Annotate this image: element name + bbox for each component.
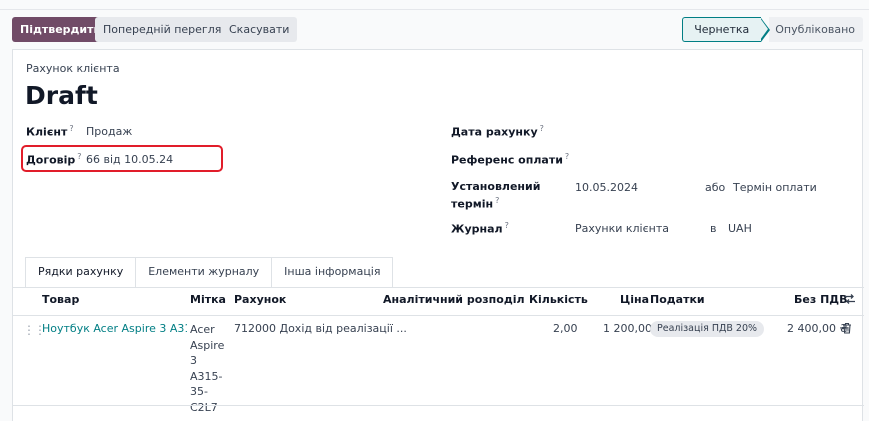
preview-button[interactable]: Попередній перегляд	[95, 17, 237, 42]
notebook-tabs: Рядки рахунку Елементи журналу Інша інфо…	[25, 257, 394, 287]
help-icon[interactable]: ?	[540, 124, 544, 133]
currency-field[interactable]: UAH	[728, 222, 752, 235]
payment-reference-label: Референс оплати?	[451, 152, 570, 167]
line-quantity[interactable]: 2,00	[553, 322, 578, 335]
due-date-label-line1: Установлений	[451, 180, 541, 193]
line-label[interactable]: Acer Aspire 3 A315- 35- C2L7	[190, 322, 224, 415]
payment-terms-field[interactable]: Термін оплати	[733, 181, 817, 194]
help-icon[interactable]: ?	[495, 196, 499, 205]
client-label: Клієнт?	[26, 124, 74, 139]
due-date-field[interactable]: 10.05.2024	[575, 181, 638, 194]
tax-badge[interactable]: Реалізація ПДВ 20%	[650, 321, 765, 337]
col-account[interactable]: Рахунок	[234, 293, 286, 306]
col-analytic[interactable]: Аналітичний розподіл	[383, 293, 525, 306]
line-subtotal: 2 400,00 ₴	[787, 322, 848, 335]
header-divider	[13, 315, 864, 316]
col-product[interactable]: Товар	[42, 293, 79, 306]
help-icon[interactable]: ?	[69, 124, 73, 133]
help-icon[interactable]: ?	[565, 152, 569, 161]
tab-journal-items[interactable]: Елементи журналу	[135, 257, 273, 287]
col-quantity[interactable]: Кількість	[529, 293, 588, 306]
due-date-label-line2: термін?	[451, 196, 500, 211]
status-arrow	[760, 17, 771, 42]
contract-label: Договір?	[26, 152, 82, 167]
contract-field[interactable]: 66 від 10.05.24	[86, 153, 173, 166]
line-price[interactable]: 1 200,00	[603, 322, 652, 335]
line-account[interactable]: 712000 Дохід від реалізації ...	[234, 322, 407, 335]
form-sheet: Рахунок клієнта Draft Клієнт? Продаж Дог…	[12, 49, 864, 421]
journal-field[interactable]: Рахунки клієнта	[575, 222, 669, 235]
in-text: в	[710, 222, 717, 235]
tab-other-info[interactable]: Інша інформація	[271, 257, 394, 287]
line-product[interactable]: Ноутбук Acer Aspire 3 A315-35	[42, 322, 187, 335]
top-divider	[0, 9, 869, 10]
status-posted[interactable]: Опубліковано	[769, 17, 863, 42]
col-price[interactable]: Ціна	[620, 293, 649, 306]
cancel-button[interactable]: Скасувати	[221, 17, 298, 42]
help-icon[interactable]: ?	[505, 221, 509, 230]
row-divider	[13, 405, 864, 406]
status-bar: Чернетка Опубліковано	[682, 17, 863, 42]
or-text: або	[705, 181, 726, 194]
invoice-date-label: Дата рахунку?	[451, 124, 544, 139]
document-type: Рахунок клієнта	[26, 62, 120, 75]
page-title: Draft	[25, 81, 98, 110]
help-icon[interactable]: ?	[77, 152, 81, 161]
col-taxes[interactable]: Податки	[650, 293, 705, 306]
client-field[interactable]: Продаж	[86, 125, 132, 138]
journal-label: Журнал?	[451, 221, 509, 236]
tab-divider	[13, 287, 864, 288]
tab-invoice-lines[interactable]: Рядки рахунку	[25, 257, 137, 287]
status-draft[interactable]: Чернетка	[682, 17, 762, 42]
trash-icon[interactable]	[842, 322, 852, 334]
col-label[interactable]: Мітка	[190, 293, 226, 306]
col-subtotal[interactable]: Без ПДВ	[794, 293, 847, 306]
column-settings-icon[interactable]	[844, 293, 856, 305]
